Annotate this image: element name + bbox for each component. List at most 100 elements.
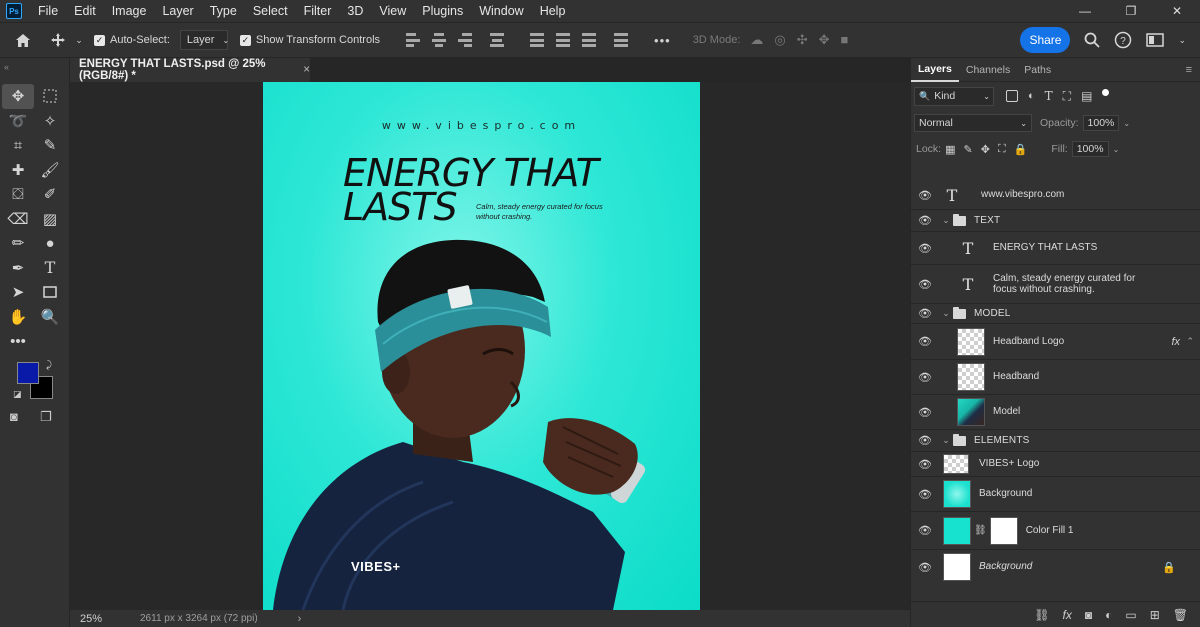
document-tab[interactable]: ENERGY THAT LASTS.psd @ 25% (RGB/8#) * × <box>70 58 310 82</box>
layer-row[interactable]: 👁 T Calm, steady energy curated for focu… <box>911 265 1200 304</box>
help-icon[interactable]: ? <box>1114 31 1132 49</box>
eye-icon[interactable]: 👁 <box>911 307 939 320</box>
blur-tool-icon[interactable]: ✏ <box>2 231 34 256</box>
menu-select[interactable]: Select <box>245 0 296 22</box>
distribute-vertical-icon[interactable] <box>614 33 629 47</box>
chevron-down-icon[interactable]: ⌄ <box>939 308 953 319</box>
filter-adjustment-icon[interactable]: ◐ <box>1028 90 1035 102</box>
brush-tool-icon[interactable]: 🖌 <box>34 158 66 183</box>
path-selection-tool-icon[interactable]: ➤ <box>2 280 34 305</box>
eye-icon[interactable]: 👁 <box>911 214 939 227</box>
menu-layer[interactable]: Layer <box>154 0 201 22</box>
3d-slide-icon[interactable]: ✥ <box>819 32 830 48</box>
clone-stamp-tool-icon[interactable]: ⛋ <box>2 182 34 207</box>
eye-icon[interactable]: 👁 <box>911 434 939 447</box>
align-top-icon[interactable] <box>530 33 545 47</box>
zoom-level[interactable]: 25% <box>70 613 116 625</box>
align-middle-icon[interactable] <box>556 33 571 47</box>
canvas-area[interactable]: www.vibespro.com ENERGY THAT LASTS Calm,… <box>70 82 910 610</box>
eye-icon[interactable]: 👁 <box>911 189 939 202</box>
gradient-tool-icon[interactable]: ▨ <box>34 207 66 232</box>
menu-filter[interactable]: Filter <box>296 0 340 22</box>
layer-group-row[interactable]: 👁 ⌄ MODEL <box>911 304 1200 324</box>
new-layer-icon[interactable]: ⊞ <box>1150 608 1160 622</box>
chevron-down-icon[interactable]: ⌄ <box>70 35 88 46</box>
crop-tool-icon[interactable]: ⌗ <box>2 133 34 158</box>
align-right-icon[interactable] <box>458 33 473 47</box>
eyedropper-tool-icon[interactable]: ✎ <box>34 133 66 158</box>
layer-mask-thumbnail[interactable] <box>989 516 1018 545</box>
eye-icon[interactable]: 👁 <box>911 242 939 255</box>
filter-shape-icon[interactable]: ⛶ <box>1063 89 1071 104</box>
filter-type-icon[interactable]: T <box>1045 89 1053 103</box>
workspace-chevron-icon[interactable]: ⌄ <box>1178 35 1186 46</box>
auto-select-checkbox[interactable]: ✓ <box>94 34 105 46</box>
eraser-tool-icon[interactable]: ⌫ <box>2 207 34 232</box>
3d-roll-icon[interactable]: ◎ <box>774 32 785 48</box>
tab-layers[interactable]: Layers <box>911 58 959 82</box>
layer-row[interactable]: 👁 ⛓ Color Fill 1 <box>911 512 1200 550</box>
lock-position-icon[interactable]: ✥ <box>981 143 990 156</box>
share-button[interactable]: Share <box>1020 27 1071 53</box>
tab-paths[interactable]: Paths <box>1017 58 1058 82</box>
lock-all-icon[interactable]: 🔒 <box>1014 143 1028 156</box>
layer-row[interactable]: 👁 Model <box>911 395 1200 430</box>
align-center-icon[interactable] <box>432 33 447 47</box>
pen-tool-icon[interactable]: ✒ <box>2 256 34 281</box>
lock-artboard-icon[interactable]: ⛶ <box>998 143 1006 156</box>
swap-colors-icon[interactable]: ⤸ <box>46 360 52 371</box>
menu-type[interactable]: Type <box>202 0 245 22</box>
3d-camera-icon[interactable]: ■ <box>841 32 849 48</box>
screen-mode-icon[interactable]: ❐ <box>40 409 52 425</box>
menu-plugins[interactable]: Plugins <box>414 0 471 22</box>
eye-icon[interactable]: 👁 <box>911 488 939 501</box>
move-tool-icon[interactable] <box>46 32 70 48</box>
mask-link-icon[interactable]: ⛓ <box>974 525 987 536</box>
layer-group-row[interactable]: 👁 ⌄ TEXT <box>911 210 1200 232</box>
lock-image-icon[interactable]: ✎ <box>964 143 973 156</box>
align-left-icon[interactable] <box>406 33 421 47</box>
menu-view[interactable]: View <box>371 0 414 22</box>
filter-toggle-icon[interactable] <box>1102 88 1110 96</box>
poster-artboard[interactable]: www.vibespro.com ENERGY THAT LASTS Calm,… <box>263 82 700 610</box>
3d-pan-icon[interactable]: ✣ <box>797 32 808 48</box>
chevron-down-icon[interactable]: ⌄ <box>939 215 953 226</box>
close-window-button[interactable]: ✕ <box>1154 0 1200 22</box>
hand-tool-icon[interactable]: ✋ <box>2 305 34 330</box>
menu-image[interactable]: Image <box>104 0 155 22</box>
show-transform-checkbox[interactable]: ✓ <box>239 34 251 46</box>
status-menu-arrow[interactable]: › <box>298 613 302 625</box>
layer-row[interactable]: 👁 T ENERGY THAT LASTS <box>911 232 1200 265</box>
workspace-icon[interactable] <box>1146 33 1165 47</box>
blend-mode-dropdown[interactable]: Normal ⌄ <box>914 114 1032 132</box>
auto-select-target-dropdown[interactable]: Layer ⌄ <box>179 30 229 50</box>
close-document-icon[interactable]: × <box>303 64 310 76</box>
move-tool-icon[interactable]: ✥ <box>2 84 34 109</box>
collapse-effects-icon[interactable]: ⌃ <box>1186 336 1194 347</box>
rectangle-tool-icon[interactable] <box>34 280 66 305</box>
link-layers-icon[interactable]: ⛓ <box>1034 608 1049 622</box>
new-group-icon[interactable]: ▭ <box>1125 608 1136 622</box>
minimize-button[interactable]: — <box>1062 0 1108 22</box>
menu-window[interactable]: Window <box>471 0 531 22</box>
search-icon[interactable] <box>1084 32 1101 48</box>
layer-effects-icon[interactable]: fx <box>1171 336 1180 348</box>
layer-row[interactable]: 👁 Headband Logo fx ⌃ <box>911 324 1200 360</box>
fill-chevron-icon[interactable]: ⌄ <box>1113 145 1120 154</box>
home-icon[interactable] <box>0 33 46 48</box>
align-bottom-icon[interactable] <box>582 33 597 47</box>
lasso-tool-icon[interactable]: ➰ <box>2 109 34 134</box>
new-adjustment-icon[interactable]: ◐ <box>1105 608 1112 622</box>
collapse-panel-icon[interactable]: « <box>4 62 9 72</box>
filter-pixel-icon[interactable] <box>1006 90 1018 102</box>
layer-row[interactable]: 👁 Background <box>911 477 1200 512</box>
delete-layer-icon[interactable]: 🗑 <box>1173 608 1188 622</box>
eye-icon[interactable]: 👁 <box>911 458 939 471</box>
more-options-icon[interactable]: ••• <box>654 33 671 48</box>
object-selection-tool-icon[interactable]: ✧ <box>34 109 66 134</box>
opacity-chevron-icon[interactable]: ⌄ <box>1123 119 1130 128</box>
chevron-down-icon[interactable]: ⌄ <box>939 435 953 446</box>
layer-row[interactable]: 👁 T www.vibespro.com <box>911 181 1200 210</box>
menu-help[interactable]: Help <box>532 0 574 22</box>
history-brush-tool-icon[interactable]: ✐ <box>34 182 66 207</box>
